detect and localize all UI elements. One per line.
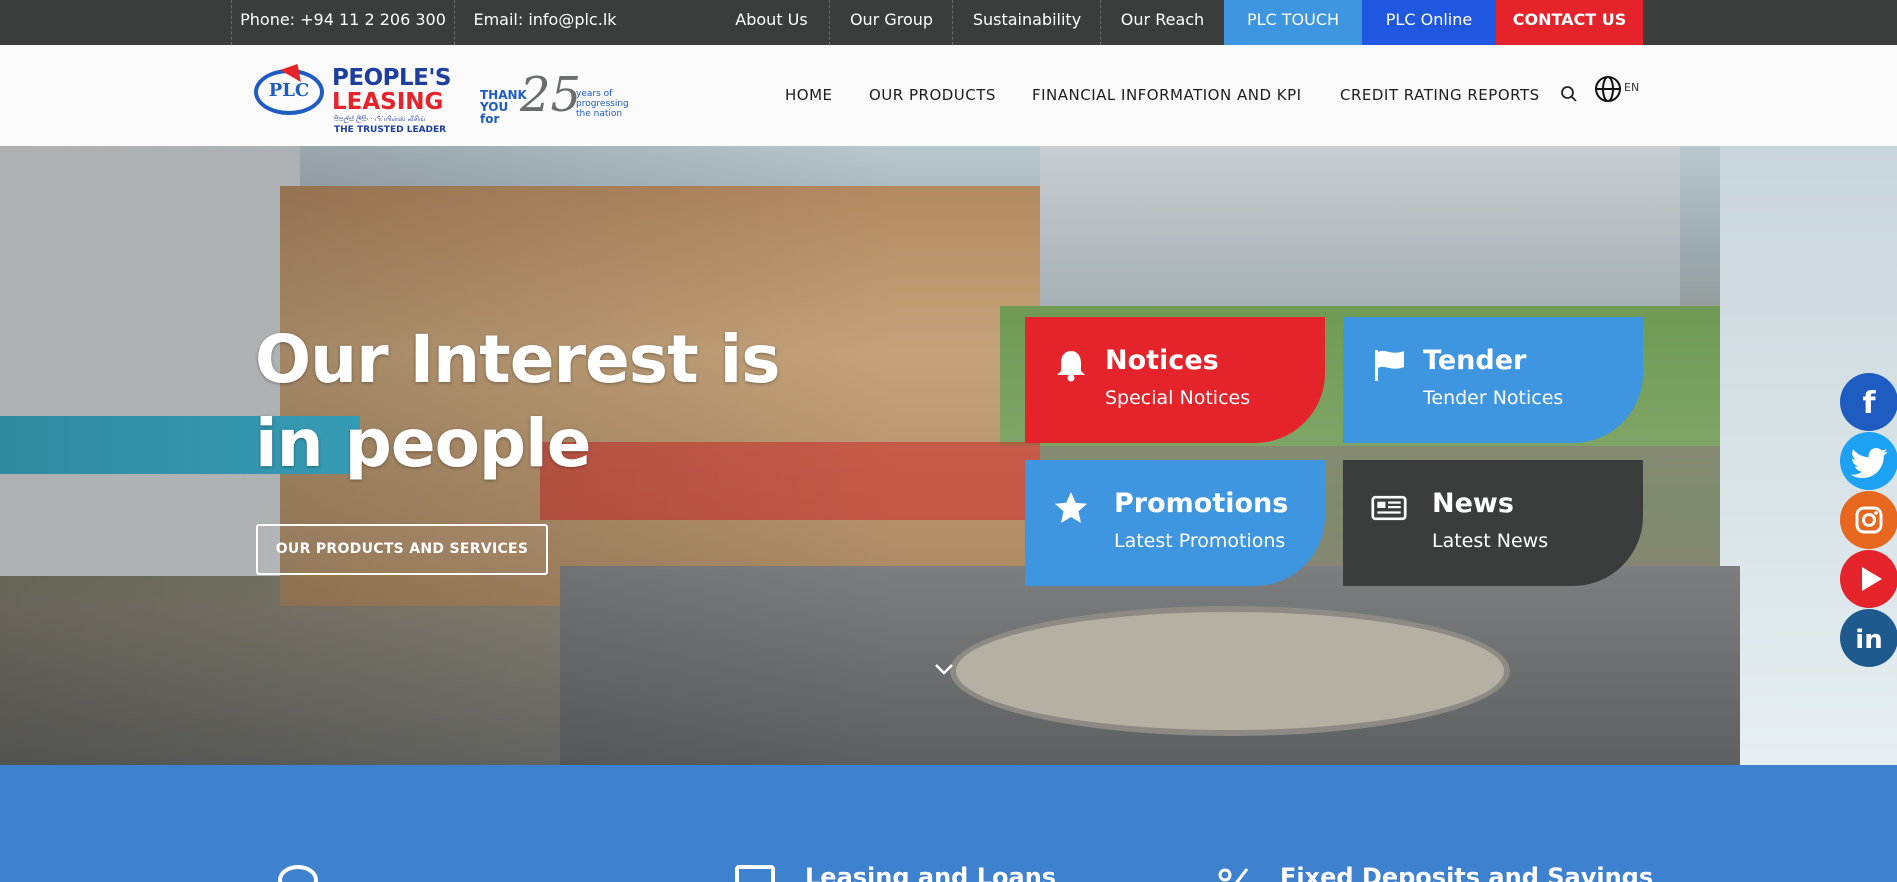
logo-sinhala-tamil: පීපල්ස් ලීසිං · பீப்பிள்ஸ் லீசிங்: [334, 115, 426, 123]
anniversary-number: 25: [520, 67, 582, 123]
svg-text:f: f: [1862, 386, 1876, 421]
logo-name-leasing: LEASING: [332, 89, 444, 115]
hero-banner: Our Interest is in people OUR PRODUCTS A…: [0, 146, 1897, 765]
contact-us-button[interactable]: CONTACT US: [1496, 0, 1643, 45]
email-link[interactable]: Email: info@plc.lk: [455, 0, 635, 45]
search-icon[interactable]: [1560, 85, 1578, 103]
notices-title: Notices: [1105, 345, 1219, 376]
anniversary-thank: THANK YOU for: [480, 88, 527, 126]
notices-subtitle: Special Notices: [1105, 387, 1251, 409]
car-icon: [735, 865, 775, 882]
facebook-icon[interactable]: f: [1840, 373, 1897, 431]
nav-financial-information[interactable]: FINANCIAL INFORMATION AND KPI: [1032, 45, 1302, 146]
tender-title: Tender: [1423, 345, 1527, 376]
nav-our-products[interactable]: OUR PRODUCTS: [869, 45, 996, 146]
plc-logo[interactable]: PLC PEOPLE'S LEASING පීපල්ස් ලීසිං · பீப…: [254, 57, 459, 135]
instagram-icon[interactable]: [1840, 491, 1897, 549]
tender-tile[interactable]: Tender Tender Notices: [1343, 317, 1643, 443]
hero-title: Our Interest is in people: [255, 321, 781, 482]
nav-credit-rating-reports[interactable]: CREDIT RATING REPORTS: [1340, 45, 1540, 146]
our-products-services-button[interactable]: OUR PRODUCTS AND SERVICES: [256, 524, 548, 575]
news-title: News: [1432, 488, 1514, 519]
anniversary-logo: THANK YOU for 25 years of progressing th…: [480, 67, 629, 129]
feature-leasing-loans[interactable]: Leasing and Loans: [805, 863, 1056, 882]
anniversary-years: years of progressing the nation: [576, 89, 629, 119]
star-icon: [1055, 492, 1087, 523]
flag-icon: [1375, 350, 1404, 381]
hero-bg-skyline: [1040, 146, 1680, 306]
logo-tagline: THE TRUSTED LEADER: [334, 125, 447, 135]
youtube-icon[interactable]: [1840, 550, 1897, 608]
svg-text:in: in: [1855, 625, 1882, 655]
features-band: Leasing and Loans Fixed Deposits and Sav…: [0, 765, 1897, 882]
linkedin-icon[interactable]: in: [1840, 609, 1897, 667]
feature-fixed-deposits[interactable]: Fixed Deposits and Savings: [1280, 863, 1653, 882]
our-reach-link[interactable]: Our Reach: [1101, 0, 1224, 45]
chevron-down-icon[interactable]: [934, 662, 954, 676]
plc-online-button[interactable]: PLC Online: [1362, 0, 1496, 45]
promotions-tile[interactable]: Promotions Latest Promotions: [1025, 460, 1325, 586]
logo-name-peoples: PEOPLE'S: [332, 65, 451, 91]
sustainability-link[interactable]: Sustainability: [953, 0, 1101, 45]
phone-link[interactable]: Phone: +94 11 2 206 300: [232, 0, 454, 45]
news-tile[interactable]: News Latest News: [1343, 460, 1643, 586]
bell-icon: [1057, 351, 1085, 382]
logo-circle: PLC: [254, 69, 324, 115]
newspaper-icon: [1371, 495, 1407, 521]
language-selector[interactable]: EN: [1624, 81, 1639, 94]
header: PLC PEOPLE'S LEASING පීපල්ස් ලීසිං · பீப…: [0, 45, 1897, 146]
percent-icon: [1218, 868, 1249, 882]
twitter-icon[interactable]: [1840, 432, 1897, 490]
news-subtitle: Latest News: [1432, 530, 1549, 552]
notices-tile[interactable]: Notices Special Notices: [1025, 317, 1325, 443]
hero-bg-fountain: [950, 606, 1510, 736]
promotions-title: Promotions: [1114, 488, 1289, 519]
globe-icon[interactable]: [1594, 75, 1622, 103]
promotions-subtitle: Latest Promotions: [1114, 530, 1286, 552]
tender-subtitle: Tender Notices: [1423, 387, 1564, 409]
nav-home[interactable]: HOME: [785, 45, 833, 146]
plc-touch-button[interactable]: PLC TOUCH: [1224, 0, 1362, 45]
top-bar: Phone: +94 11 2 206 300 Email: info@plc.…: [0, 0, 1897, 45]
feature-icon: [278, 865, 318, 882]
about-us-link[interactable]: About Us: [714, 0, 829, 45]
our-group-link[interactable]: Our Group: [830, 0, 953, 45]
